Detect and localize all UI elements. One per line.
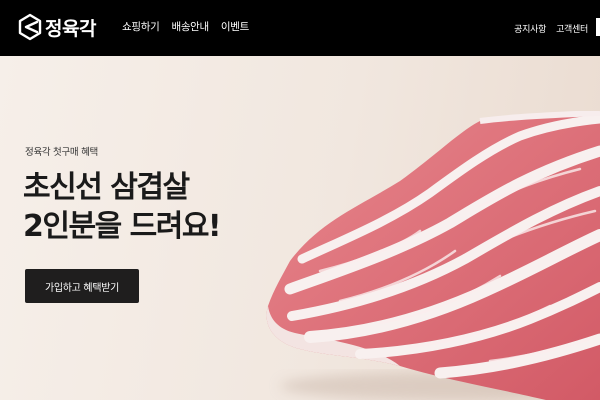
nav-shopping[interactable]: 쇼핑하기 — [122, 19, 160, 34]
main-nav: 쇼핑하기 배송안내 이벤트 — [122, 19, 249, 34]
logo-text: 정육각 — [45, 17, 96, 40]
top-header: 정육각 쇼핑하기 배송안내 이벤트 공지사항 고객센터 — [0, 0, 600, 56]
nav-delivery-info[interactable]: 배송안내 — [171, 19, 209, 34]
hero-headline-line2: 2인분을 드려요! — [23, 209, 222, 244]
util-nav: 공지사항 고객센터 — [514, 22, 588, 35]
nav-event[interactable]: 이벤트 — [221, 19, 249, 34]
hero-eyebrow: 정육각 첫구매 혜택 — [25, 147, 98, 158]
logo[interactable]: 정육각 — [18, 13, 96, 41]
hero-headline: 초신선 삼겹살 2인분을 드려요! — [23, 168, 222, 246]
header-edge-divider — [596, 18, 600, 36]
hero-banner: 정육각 첫구매 혜택 초신선 삼겹살 2인분을 드려요! 가입하고 혜택받기 — [0, 56, 600, 400]
pork-belly-image — [266, 111, 600, 400]
logo-icon — [18, 13, 42, 41]
hero-headline-line1: 초신선 삼겹살 — [23, 170, 190, 205]
signup-benefit-button[interactable]: 가입하고 혜택받기 — [25, 269, 139, 303]
nav-customer-center[interactable]: 고객센터 — [556, 22, 588, 35]
nav-notice[interactable]: 공지사항 — [514, 22, 546, 35]
